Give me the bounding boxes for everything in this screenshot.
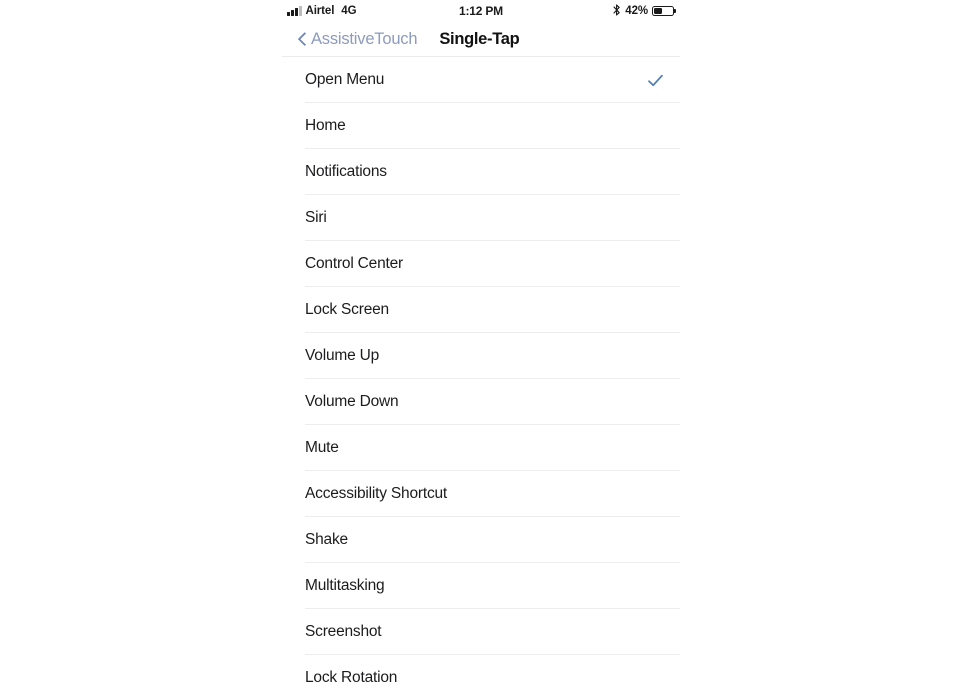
navigation-bar: AssistiveTouch Single-Tap bbox=[282, 22, 680, 56]
single-tap-options-list: Open Menu Home Notifications Siri Control Ce… bbox=[282, 57, 680, 695]
list-item-label: Home bbox=[305, 117, 346, 134]
list-item-label: Open Menu bbox=[305, 71, 385, 88]
list-item[interactable]: Siri bbox=[282, 195, 680, 241]
list-item-label: Control Center bbox=[305, 255, 403, 272]
list-item-label: Shake bbox=[305, 531, 348, 548]
list-item-label: Screenshot bbox=[305, 623, 382, 640]
status-bar-right: 42% bbox=[613, 3, 674, 19]
battery-icon bbox=[652, 5, 674, 17]
list-item-label: Lock Rotation bbox=[305, 669, 398, 686]
list-item[interactable]: Volume Up bbox=[282, 333, 680, 379]
battery-percentage: 42% bbox=[625, 5, 648, 17]
bluetooth-icon bbox=[613, 3, 621, 19]
list-item[interactable]: Multitasking bbox=[282, 563, 680, 609]
list-item-label: Accessibility Shortcut bbox=[305, 485, 448, 502]
list-item[interactable]: Open Menu bbox=[282, 57, 680, 103]
list-item-label: Volume Down bbox=[305, 393, 399, 410]
list-item[interactable]: Control Center bbox=[282, 241, 680, 287]
back-button-label: AssistiveTouch bbox=[311, 29, 418, 48]
page-title: Single-Tap bbox=[439, 29, 520, 48]
list-item[interactable]: Notifications bbox=[282, 149, 680, 195]
list-item[interactable]: Volume Down bbox=[282, 379, 680, 425]
list-item[interactable]: Accessibility Shortcut bbox=[282, 471, 680, 517]
list-item[interactable]: Lock Screen bbox=[282, 287, 680, 333]
chevron-left-icon bbox=[298, 32, 307, 47]
list-item-label: Notifications bbox=[305, 163, 387, 180]
status-bar: Airtel 4G 1:12 PM 42% bbox=[282, 0, 680, 22]
list-item-label: Lock Screen bbox=[305, 301, 389, 318]
list-item-label: Volume Up bbox=[305, 347, 380, 364]
list-item-label: Multitasking bbox=[305, 577, 385, 594]
list-item-label: Mute bbox=[305, 439, 339, 456]
list-item[interactable]: Screenshot bbox=[282, 609, 680, 655]
checkmark-icon bbox=[647, 72, 664, 89]
list-item[interactable]: Lock Rotation bbox=[282, 655, 680, 695]
list-item[interactable]: Shake bbox=[282, 517, 680, 563]
phone-screen: Airtel 4G 1:12 PM 42% AssistiveTouch Sin… bbox=[282, 0, 680, 695]
list-item-label: Siri bbox=[305, 209, 327, 226]
list-item[interactable]: Mute bbox=[282, 425, 680, 471]
list-item[interactable]: Home bbox=[282, 103, 680, 149]
back-button[interactable]: AssistiveTouch bbox=[298, 29, 418, 49]
